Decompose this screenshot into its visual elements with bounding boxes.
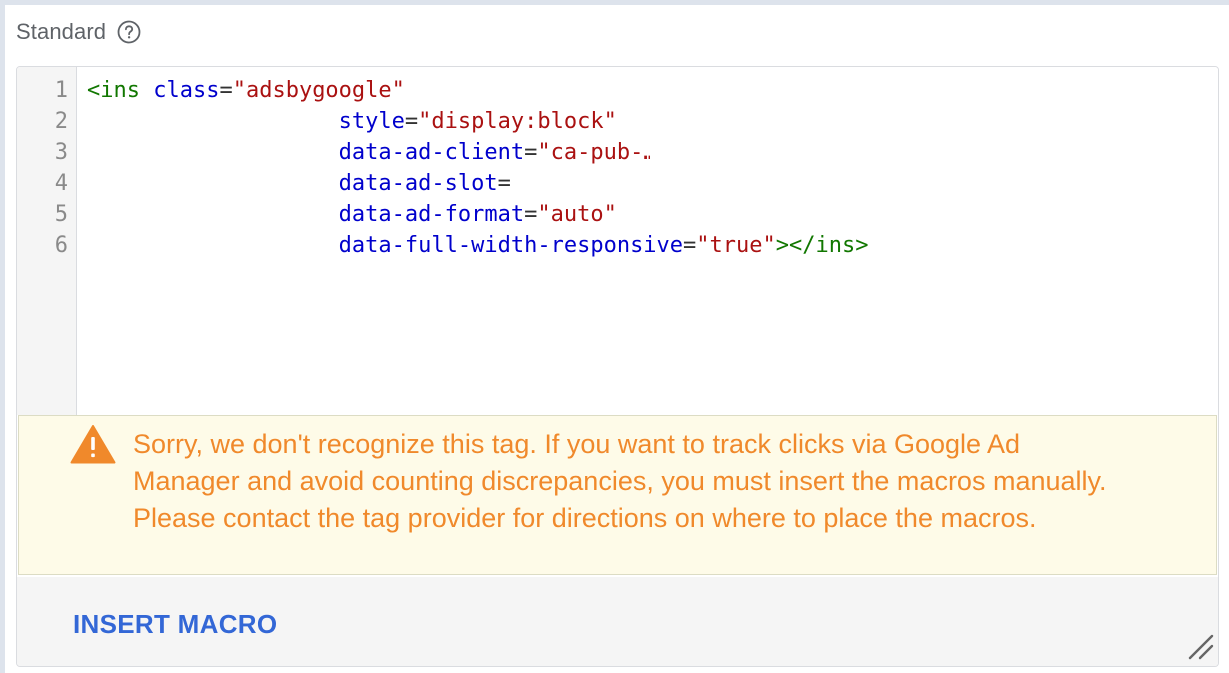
code-editor: 1 2 3 4 5 6 <ins class="adsbygoogle" sty… <box>16 66 1219 667</box>
code-input-area[interactable]: 1 2 3 4 5 6 <ins class="adsbygoogle" sty… <box>17 67 1218 415</box>
code-line: data-ad-format="auto" <box>87 199 869 230</box>
code-token-punc: = <box>219 78 233 103</box>
code-token-punc <box>87 202 339 227</box>
code-token-punc <box>87 140 339 165</box>
code-line: data-ad-client="ca-pub-… <box>87 137 869 168</box>
code-token-attr: data-ad-format <box>338 202 525 227</box>
code-token-punc <box>87 171 339 196</box>
insert-macro-button[interactable]: INSERT MACRO <box>73 609 277 640</box>
code-token-attr: class <box>153 78 220 103</box>
resize-handle-icon[interactable] <box>1186 632 1214 660</box>
warning-triangle-icon <box>70 424 116 464</box>
warning-message: Sorry, we don't recognize this tag. If y… <box>133 429 1107 533</box>
code-line: data-full-width-responsive="true"></ins> <box>87 230 869 261</box>
code-token-attr: data-ad-client <box>338 140 525 165</box>
creative-code-panel: Standard 1 2 3 4 5 6 <ins class="adsbygo… <box>5 5 1229 673</box>
code-token-punc <box>87 109 339 134</box>
code-token-punc: = <box>683 233 697 258</box>
help-icon[interactable] <box>117 20 141 44</box>
code-token-tag: ></ins> <box>775 233 869 258</box>
code-token-punc: = <box>497 171 511 196</box>
code-text[interactable]: <ins class="adsbygoogle" style="display:… <box>87 75 869 261</box>
line-number: 6 <box>54 233 68 258</box>
line-number: 1 <box>54 78 68 103</box>
code-token-punc: = <box>404 109 419 134</box>
code-token-tag: <ins <box>87 78 140 103</box>
code-token-str: "adsbygoogle" <box>232 78 405 103</box>
code-token-attr: data-full-width-responsive <box>338 233 684 258</box>
line-number-gutter: 1 2 3 4 5 6 <box>17 67 77 415</box>
section-title: Standard <box>16 19 107 44</box>
code-token-punc: = <box>524 202 538 227</box>
code-token-str: "ca-pub-… <box>537 140 650 165</box>
code-token-punc: = <box>524 140 538 165</box>
code-token-attr: style <box>338 109 405 134</box>
line-number: 4 <box>54 171 68 196</box>
code-token-punc <box>87 233 339 258</box>
code-token-str: "true" <box>696 233 776 258</box>
line-number: 5 <box>54 202 68 227</box>
line-number: 3 <box>54 140 68 165</box>
unrecognized-tag-warning: Sorry, we don't recognize this tag. If y… <box>18 415 1217 575</box>
line-number: 2 <box>54 109 68 134</box>
editor-footer: INSERT MACRO <box>17 577 1218 666</box>
code-token-attr: data-ad-slot <box>338 171 498 196</box>
code-line: style="display:block" <box>87 106 869 137</box>
code-line: data-ad-slot= <box>87 168 869 199</box>
section-header: Standard <box>16 18 141 46</box>
code-token-str: "auto" <box>537 202 617 227</box>
code-token-punc <box>140 78 153 103</box>
code-token-str: "display:block" <box>418 109 617 134</box>
code-line: <ins class="adsbygoogle" <box>87 75 869 106</box>
